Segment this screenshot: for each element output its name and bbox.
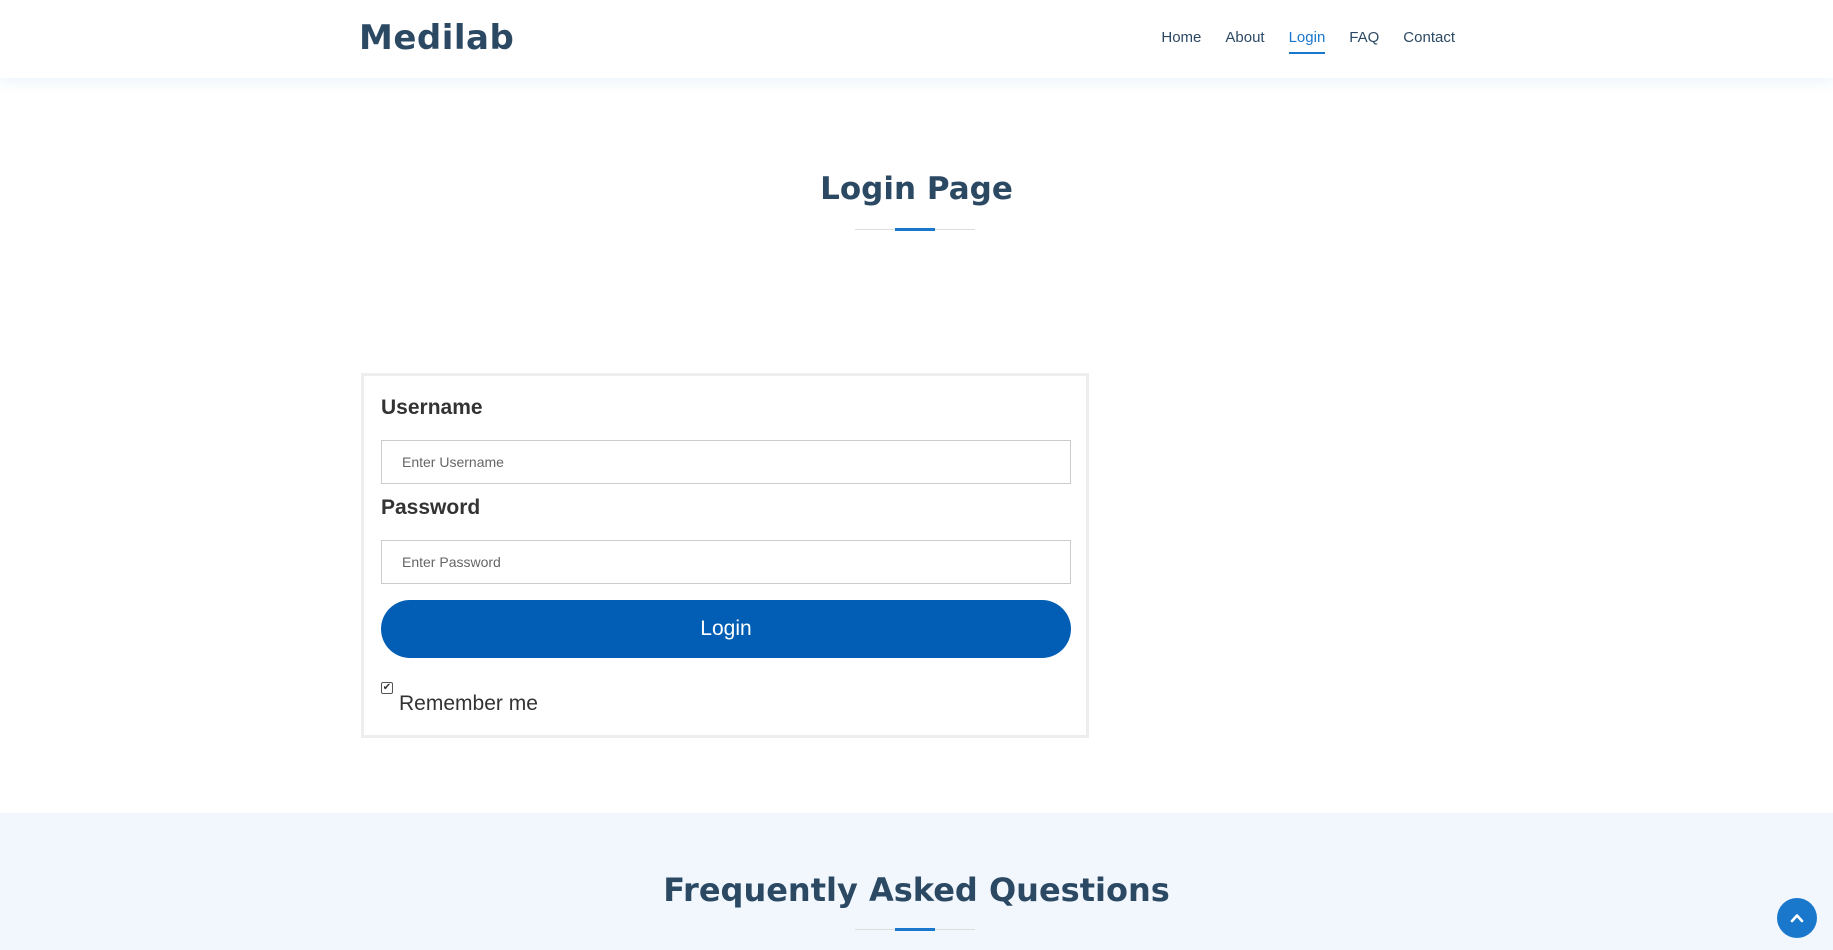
title-divider-accent: [895, 228, 935, 231]
nav-item-faq[interactable]: FAQ: [1337, 28, 1391, 54]
username-label: Username: [381, 396, 483, 419]
checkmark-icon: ✔: [382, 682, 392, 693]
faq-title-divider-accent: [895, 928, 935, 931]
chevron-up-icon: [1790, 914, 1804, 923]
remember-me-checkbox[interactable]: ✔: [381, 682, 393, 694]
main-nav: Home About Login FAQ Contact: [1149, 28, 1467, 54]
page-title: Login Page: [820, 171, 1013, 207]
password-label: Password: [381, 496, 481, 519]
login-form: Username Password Login ✔ Remember me: [361, 373, 1089, 738]
faq-section: Frequently Asked Questions: [0, 813, 1833, 950]
scroll-top-button[interactable]: [1777, 898, 1817, 938]
nav-item-login[interactable]: Login: [1277, 28, 1338, 54]
nav-item-contact[interactable]: Contact: [1391, 28, 1467, 54]
site-logo[interactable]: Medilab: [359, 18, 514, 58]
site-header: Medilab Home About Login FAQ Contact: [0, 0, 1833, 78]
faq-title: Frequently Asked Questions: [663, 871, 1170, 909]
remember-me-label[interactable]: Remember me: [399, 692, 538, 716]
nav-item-about[interactable]: About: [1213, 28, 1276, 54]
nav-item-home[interactable]: Home: [1149, 28, 1213, 54]
password-input[interactable]: [381, 540, 1071, 584]
username-input[interactable]: [381, 440, 1071, 484]
login-button[interactable]: Login: [381, 600, 1071, 658]
